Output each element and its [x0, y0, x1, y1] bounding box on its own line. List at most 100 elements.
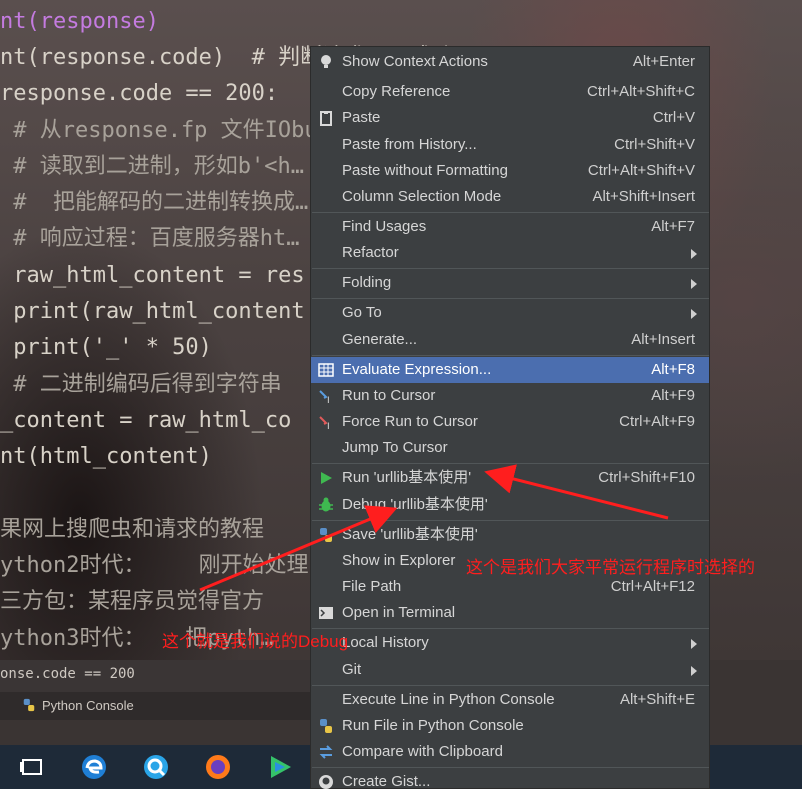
- menu-item-label: File Path: [342, 578, 402, 595]
- menu-item-open-in-terminal[interactable]: Open in Terminal: [311, 600, 709, 626]
- menu-item-run-to-cursor[interactable]: I Run to Cursor Alt+F9: [311, 383, 709, 409]
- menu-item-label: Refactor: [342, 244, 399, 261]
- menu-item-label: Generate...: [342, 331, 418, 348]
- menu-item-create-gist[interactable]: Create Gist...: [311, 769, 709, 789]
- firefox-icon[interactable]: [204, 753, 232, 781]
- menu-separator: [312, 685, 709, 686]
- menu-item-label: Compare with Clipboard: [342, 743, 503, 760]
- menu-item-shortcut: Ctrl+V: [652, 109, 695, 126]
- menu-item-debug-config[interactable]: Debug 'urllib基本使用': [311, 492, 709, 518]
- menu-item-jump-to-cursor[interactable]: Jump To Cursor: [311, 435, 709, 461]
- media-player-icon[interactable]: [266, 753, 294, 781]
- menu-item-label: Run File in Python Console: [342, 717, 524, 734]
- menu-item-paste-without-formatting[interactable]: Paste without Formatting Ctrl+Alt+Shift+…: [311, 158, 709, 184]
- menu-item-shortcut: Alt+F7: [651, 218, 695, 235]
- menu-separator: [312, 520, 709, 521]
- code-line: print(raw_html_content: [0, 299, 305, 324]
- calculator-icon: [318, 363, 334, 377]
- menu-item-shortcut: Alt+F8: [651, 361, 695, 378]
- code-line: response.code == 200:: [0, 81, 279, 106]
- menu-item-copy-reference[interactable]: Copy Reference Ctrl+Alt+Shift+C: [311, 79, 709, 105]
- menu-item-label: Paste from History...: [342, 136, 477, 153]
- menu-item-run-config[interactable]: Run 'urllib基本使用' Ctrl+Shift+F10: [311, 465, 709, 491]
- run-icon: [321, 472, 332, 484]
- menu-item-label: Debug 'urllib基本使用': [342, 496, 488, 513]
- menu-item-label: Open in Terminal: [342, 604, 456, 621]
- search-app-icon[interactable]: [142, 753, 170, 781]
- menu-item-shortcut: Alt+Shift+Insert: [592, 188, 695, 205]
- edge-browser-icon[interactable]: [80, 753, 108, 781]
- breadcrumb[interactable]: onse.code == 200: [0, 660, 310, 692]
- python-icon: [320, 528, 332, 542]
- submenu-arrow-icon: [691, 309, 697, 319]
- menu-item-label: Git: [342, 661, 362, 678]
- menu-separator: [312, 628, 709, 629]
- menu-separator: [312, 298, 709, 299]
- menu-item-paste[interactable]: Paste Ctrl+V: [311, 105, 709, 131]
- code-line: nt(response): [0, 9, 159, 34]
- menu-separator: [312, 767, 709, 768]
- menu-separator: [312, 355, 709, 356]
- menu-item-label: Show Context Actions: [342, 53, 488, 70]
- breadcrumb-condition: onse.code == 200: [0, 666, 135, 682]
- menu-item-shortcut: Alt+Shift+E: [619, 691, 695, 708]
- python-icon: [23, 698, 35, 712]
- menu-item-shortcut: Alt+Insert: [631, 331, 695, 348]
- menu-item-git[interactable]: Git: [311, 657, 709, 683]
- menu-item-shortcut: Alt+Enter: [632, 53, 695, 70]
- menu-item-shortcut: Ctrl+Alt+Shift+C: [587, 83, 695, 100]
- code-line: print('_' * 50): [0, 335, 212, 360]
- svg-text:I: I: [327, 396, 330, 404]
- editor-context-menu: Show Context Actions Alt+Enter Copy Refe…: [310, 46, 710, 789]
- force-run-to-cursor-icon: I: [319, 416, 330, 430]
- menu-item-find-usages[interactable]: Find Usages Alt+F7: [311, 214, 709, 240]
- menu-separator: [312, 212, 709, 213]
- menu-item-column-selection-mode[interactable]: Column Selection Mode Alt+Shift+Insert: [311, 184, 709, 210]
- python-icon: [320, 719, 332, 733]
- menu-item-go-to[interactable]: Go To: [311, 300, 709, 326]
- menu-item-generate[interactable]: Generate... Alt+Insert: [311, 327, 709, 353]
- menu-item-refactor[interactable]: Refactor: [311, 240, 709, 266]
- python-console-tab[interactable]: Python Console: [0, 692, 310, 720]
- menu-item-execute-line-in-console[interactable]: Execute Line in Python Console Alt+Shift…: [311, 687, 709, 713]
- menu-item-force-run-to-cursor[interactable]: I Force Run to Cursor Ctrl+Alt+F9: [311, 409, 709, 435]
- menu-separator: [312, 463, 709, 464]
- compare-icon: [319, 745, 333, 759]
- lightbulb-icon: [321, 55, 331, 68]
- menu-item-label: Local History: [342, 634, 429, 651]
- menu-item-label: Folding: [342, 274, 392, 291]
- code-line: nt(html_content): [0, 444, 212, 469]
- menu-item-shortcut: Ctrl+Alt+Shift+V: [587, 162, 695, 179]
- menu-item-label: Save 'urllib基本使用': [342, 526, 478, 543]
- menu-item-label: Find Usages: [342, 218, 427, 235]
- menu-item-local-history[interactable]: Local History: [311, 630, 709, 656]
- annotation-debug-note: 这个就是我们说的Debug: [162, 632, 349, 651]
- menu-item-label: Evaluate Expression...: [342, 361, 492, 378]
- menu-item-label: Execute Line in Python Console: [342, 691, 555, 708]
- menu-item-label: Jump To Cursor: [342, 439, 448, 456]
- menu-item-paste-from-history[interactable]: Paste from History... Ctrl+Shift+V: [311, 132, 709, 158]
- code-line: raw_html_content = res: [0, 263, 305, 288]
- menu-item-label: Run 'urllib基本使用': [342, 469, 472, 486]
- submenu-arrow-icon: [691, 666, 697, 676]
- menu-item-label: Show in Explorer: [342, 552, 456, 569]
- svg-text:I: I: [327, 422, 330, 430]
- menu-item-compare-with-clipboard[interactable]: Compare with Clipboard: [311, 739, 709, 765]
- task-view-icon[interactable]: [18, 753, 46, 781]
- console-tab-label: Python Console: [42, 698, 134, 713]
- menu-item-save-config[interactable]: Save 'urllib基本使用': [311, 522, 709, 548]
- menu-item-show-context-actions[interactable]: Show Context Actions Alt+Enter: [311, 49, 709, 75]
- menu-item-folding[interactable]: Folding: [311, 270, 709, 296]
- menu-item-label: Paste: [342, 109, 381, 126]
- clipboard-icon: [320, 111, 332, 126]
- menu-item-label: Column Selection Mode: [342, 188, 502, 205]
- menu-item-label: Force Run to Cursor: [342, 413, 478, 430]
- menu-item-shortcut: Alt+F9: [651, 387, 695, 404]
- menu-item-run-file-in-console[interactable]: Run File in Python Console: [311, 713, 709, 739]
- run-to-cursor-icon: I: [319, 390, 330, 404]
- menu-item-evaluate-expression[interactable]: Evaluate Expression... Alt+F8: [311, 357, 709, 383]
- menu-item-shortcut: Ctrl+Shift+F10: [598, 469, 695, 486]
- annotation-run-note: 这个是我们大家平常运行程序时选择的: [466, 558, 755, 577]
- comment-line: # 二进制编码后得到字符串: [0, 372, 282, 397]
- menu-item-label: Run to Cursor: [342, 387, 436, 404]
